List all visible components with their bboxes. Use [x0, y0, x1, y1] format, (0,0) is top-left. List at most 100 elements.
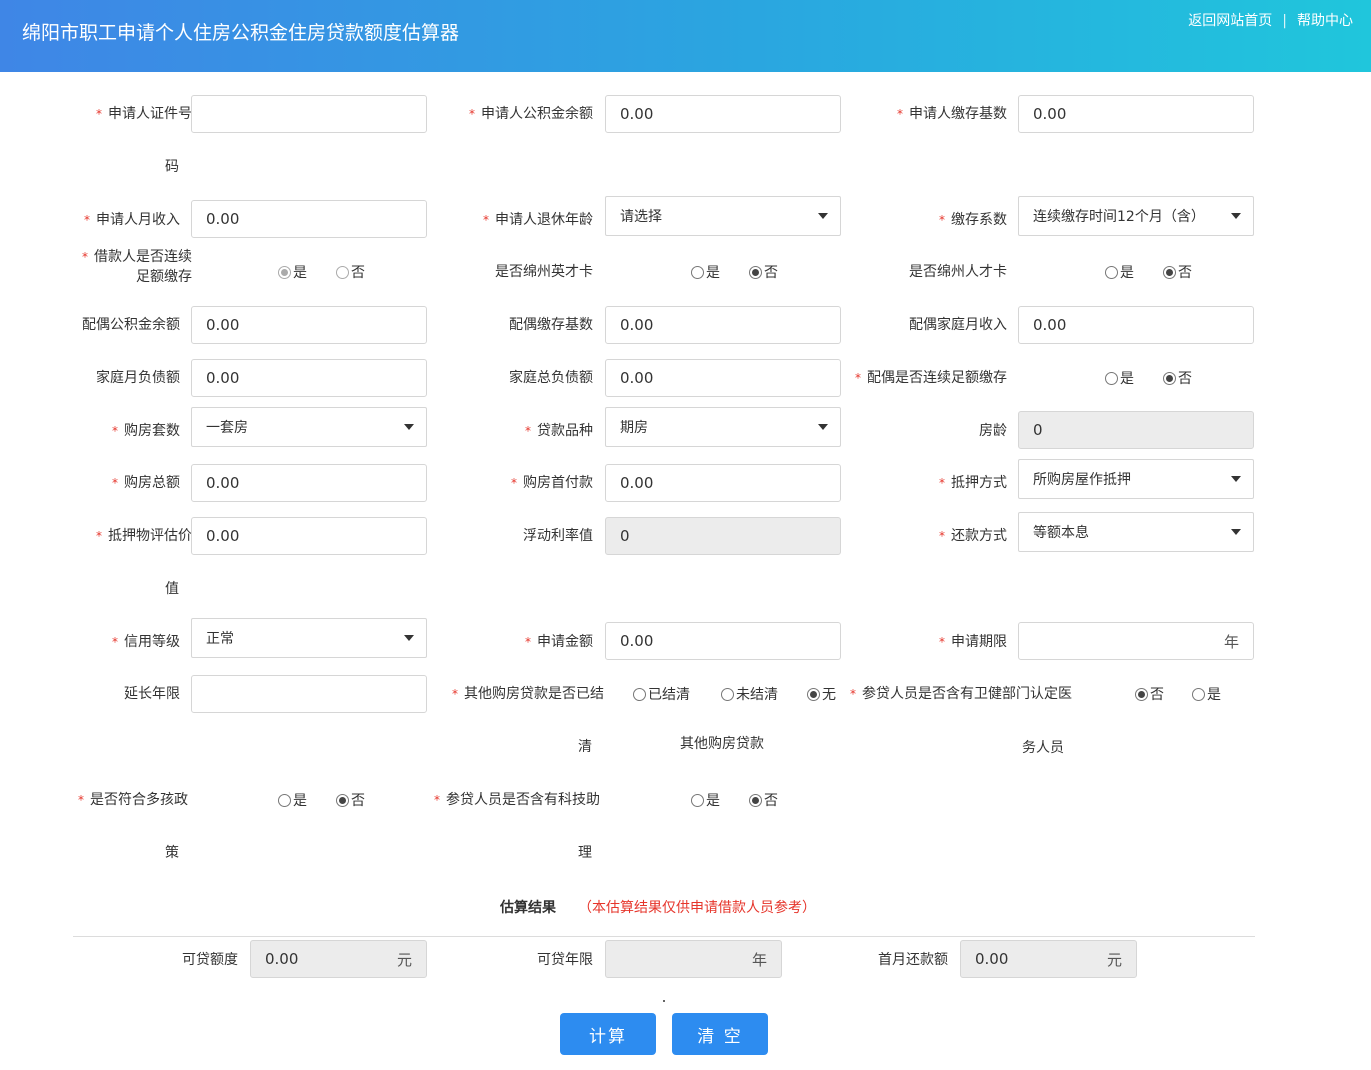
spouse-base-input[interactable]: 0.00 [605, 306, 841, 344]
deposit-base-input[interactable]: 0.00 [1018, 95, 1254, 133]
retire-age-value: 请选择 [620, 209, 662, 225]
ying-card-no[interactable]: 否 [749, 262, 778, 282]
apply-term-input[interactable]: 年 [1018, 622, 1254, 660]
radio-unchecked-icon [721, 687, 734, 701]
decorative-dot [663, 1000, 665, 1002]
talent-card-yes[interactable]: 是 [1105, 262, 1134, 282]
radio-unchecked-icon [633, 687, 646, 701]
help-link[interactable]: 帮助中心 [1297, 10, 1353, 30]
other-loan-settled[interactable]: 已结清 [633, 684, 690, 704]
loan-type-label: * 贷款品种 [525, 423, 593, 439]
other-loan-label-wrap: 清 [578, 739, 592, 755]
chevron-down-icon [404, 635, 414, 641]
family-monthly-debt-label: 家庭月负债额 [96, 370, 180, 386]
spouse-continuous-no[interactable]: 否 [1163, 368, 1192, 388]
radio-unchecked-icon [691, 265, 704, 279]
first-payment-unit: 元 [1106, 950, 1122, 969]
radio-unchecked-icon [1192, 687, 1205, 701]
health-staff-no[interactable]: 否 [1135, 684, 1164, 704]
other-loan-unsettled[interactable]: 未结清 [721, 684, 778, 704]
health-staff-yes[interactable]: 是 [1192, 684, 1221, 704]
chevron-down-icon [818, 213, 828, 219]
extend-years-input[interactable] [191, 675, 427, 713]
fund-balance-label: * 申请人公积金余额 [469, 106, 593, 122]
id-no-input[interactable] [191, 95, 427, 133]
total-price-input[interactable]: 0.00 [191, 464, 427, 502]
calculate-button[interactable]: 计算 [560, 1013, 656, 1055]
radio-unchecked-icon [278, 793, 291, 807]
clear-button[interactable]: 清 空 [672, 1013, 768, 1055]
radio-checked-icon [807, 687, 820, 701]
float-rate-label: 浮动利率值 [523, 528, 593, 544]
family-monthly-debt-input[interactable]: 0.00 [191, 359, 427, 397]
tech-assist-label-wrap: 理 [578, 845, 592, 861]
repay-method-label: * 还款方式 [939, 528, 1007, 544]
mortgage-method-select[interactable]: 所购房屋作抵押 [1018, 459, 1254, 499]
float-rate-input: 0 [605, 517, 841, 555]
apply-term-label: * 申请期限 [939, 634, 1007, 650]
family-income-label: 配偶家庭月收入 [909, 317, 1007, 333]
down-payment-input[interactable]: 0.00 [605, 464, 841, 502]
multi-child-no[interactable]: 否 [336, 790, 365, 810]
apply-amount-input[interactable]: 0.00 [605, 622, 841, 660]
credit-level-value: 正常 [206, 631, 234, 647]
health-staff-label-wrap: 务人员 [1022, 740, 1064, 756]
down-payment-label: * 购房首付款 [511, 475, 593, 491]
chevron-down-icon [1231, 476, 1241, 482]
mortgage-method-value: 所购房屋作抵押 [1033, 472, 1131, 488]
spouse-continuous-label: * 配偶是否连续足额缴存 [855, 370, 1007, 386]
multi-child-yes[interactable]: 是 [278, 790, 307, 810]
ying-card-yes[interactable]: 是 [691, 262, 720, 282]
borrower-continuous-yes[interactable]: 是 [278, 262, 307, 282]
id-no-label: * 申请人证件号 [96, 106, 192, 122]
chevron-down-icon [818, 424, 828, 430]
mortgage-method-label: * 抵押方式 [939, 475, 1007, 491]
talent-card-no[interactable]: 否 [1163, 262, 1192, 282]
home-link[interactable]: 返回网站首页 [1188, 10, 1272, 30]
deposit-base-label: * 申请人缴存基数 [897, 106, 1007, 122]
chevron-down-icon [1231, 213, 1241, 219]
collateral-value-input[interactable]: 0.00 [191, 517, 427, 555]
result-title: 估算结果 [500, 900, 556, 916]
loan-type-value: 期房 [620, 420, 648, 436]
deposit-coef-select[interactable]: 连续缴存时间12个月（含） [1018, 196, 1254, 236]
spouse-continuous-yes[interactable]: 是 [1105, 368, 1134, 388]
family-total-debt-input[interactable]: 0.00 [605, 359, 841, 397]
loan-amount-output: 0.00 元 [250, 940, 427, 978]
other-loan-note: 其他购房贷款 [680, 736, 764, 752]
result-note: （本估算结果仅供申请借款人员参考） [578, 900, 816, 916]
tech-assist-yes[interactable]: 是 [691, 790, 720, 810]
radio-checked-icon [278, 265, 291, 279]
chevron-down-icon [404, 424, 414, 430]
fund-balance-input[interactable]: 0.00 [605, 95, 841, 133]
credit-level-select[interactable]: 正常 [191, 618, 427, 658]
deposit-coef-label: * 缴存系数 [939, 212, 1007, 228]
other-loan-none[interactable]: 无 [807, 684, 836, 704]
borrower-continuous-no[interactable]: 否 [336, 262, 365, 282]
house-count-select[interactable]: 一套房 [191, 407, 427, 447]
page-title: 绵阳市职工申请个人住房公积金住房贷款额度估算器 [22, 22, 460, 44]
house-age-label: 房龄 [979, 423, 1007, 439]
spouse-base-label: 配偶缴存基数 [509, 317, 593, 333]
retire-age-select[interactable]: 请选择 [605, 196, 841, 236]
retire-age-label: * 申请人退休年龄 [483, 212, 593, 228]
radio-unchecked-icon [691, 793, 704, 807]
family-total-debt-label: 家庭总负债额 [509, 370, 593, 386]
loan-type-select[interactable]: 期房 [605, 407, 841, 447]
radio-checked-icon [1163, 265, 1176, 279]
collateral-value-label-wrap: 值 [165, 581, 179, 597]
collateral-value-label: * 抵押物评估价 [96, 528, 192, 544]
monthly-income-input[interactable]: 0.00 [191, 200, 427, 238]
tech-assist-no[interactable]: 否 [749, 790, 778, 810]
spouse-balance-input[interactable]: 0.00 [191, 306, 427, 344]
health-staff-label: * 参贷人员是否含有卫健部门认定医 [850, 686, 1072, 702]
borrower-continuous-label: * 借款人是否连续 足额缴存 [82, 249, 192, 285]
repay-method-select[interactable]: 等额本息 [1018, 512, 1254, 552]
loan-amount-unit: 元 [396, 950, 412, 969]
apply-amount-label: * 申请金额 [525, 634, 593, 650]
radio-unchecked-icon [336, 265, 349, 279]
radio-unchecked-icon [1105, 265, 1118, 279]
house-count-label: * 购房套数 [112, 423, 180, 439]
family-income-input[interactable]: 0.00 [1018, 306, 1254, 344]
link-separator: | [1282, 13, 1287, 29]
